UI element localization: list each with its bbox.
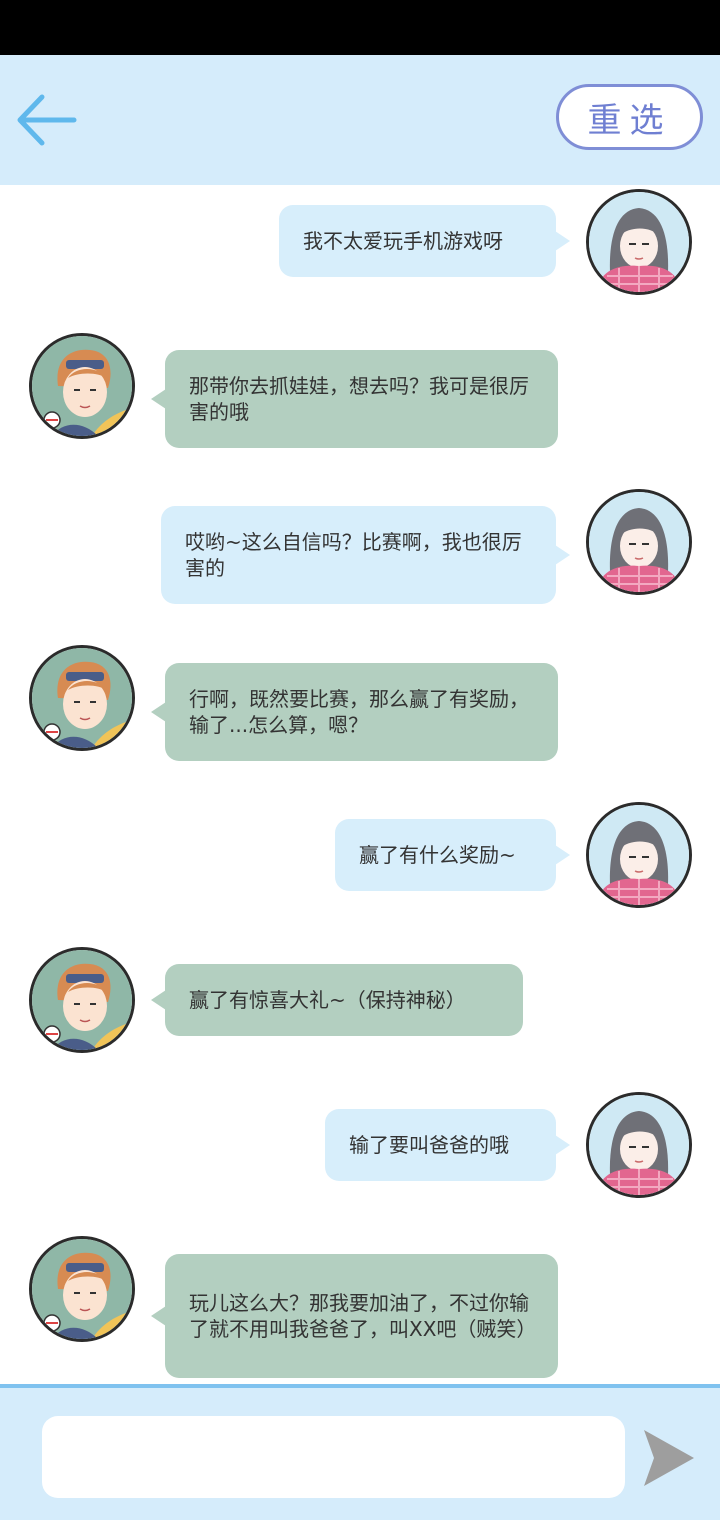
reselect-button[interactable]: 重选 [556, 84, 703, 150]
message-bubble-his: 赢了有惊喜大礼~（保持神秘） [151, 964, 523, 1036]
message-text: 那带你去抓娃娃，想去吗？我可是很厉害的哦 [189, 374, 529, 424]
send-button[interactable] [640, 1426, 696, 1490]
header: 重选 [0, 55, 720, 185]
avatar-him[interactable] [29, 645, 135, 751]
avatar-her[interactable] [586, 189, 692, 295]
status-bar [0, 0, 720, 55]
back-arrow-icon [17, 94, 77, 146]
avatar-him[interactable] [29, 333, 135, 439]
message-text: 赢了有惊喜大礼~（保持神秘） [189, 988, 466, 1012]
message-text: 赢了有什么奖励~ [359, 843, 516, 867]
message-text: 行啊，既然要比赛，那么赢了有奖励，输了...怎么算，嗯？ [189, 687, 529, 737]
avatar-her[interactable] [586, 1092, 692, 1198]
message-bubble-his: 那带你去抓娃娃，想去吗？我可是很厉害的哦 [151, 350, 558, 448]
message-bubble-mine: 我不太爱玩手机游戏呀 [279, 205, 570, 277]
message-bubble-mine: 赢了有什么奖励~ [335, 819, 570, 891]
back-button[interactable] [12, 85, 82, 155]
input-bar [0, 1384, 720, 1520]
message-input[interactable] [42, 1416, 625, 1498]
message-bubble-his: 玩儿这么大？那我要加油了，不过你输了就不用叫我爸爸了，叫XX吧（贼笑） [151, 1254, 558, 1378]
message-text: 输了要叫爸爸的哦 [349, 1133, 509, 1157]
avatar-him[interactable] [29, 1236, 135, 1342]
avatar-her[interactable] [586, 802, 692, 908]
message-bubble-mine: 哎哟~这么自信吗？比赛啊，我也很厉害的 [161, 506, 570, 604]
message-text: 哎哟~这么自信吗？比赛啊，我也很厉害的 [185, 530, 522, 580]
avatar-him[interactable] [29, 947, 135, 1053]
message-text: 玩儿这么大？那我要加油了，不过你输了就不用叫我爸爸了，叫XX吧（贼笑） [189, 1291, 537, 1341]
message-text: 我不太爱玩手机游戏呀 [303, 229, 503, 253]
chat-area: 我不太爱玩手机游戏呀 那带你去抓娃娃，想去吗？我可是很厉害的哦 哎哟~这么自信吗… [0, 185, 720, 1384]
message-bubble-his: 行啊，既然要比赛，那么赢了有奖励，输了...怎么算，嗯？ [151, 663, 558, 761]
send-icon [644, 1430, 694, 1486]
message-bubble-mine: 输了要叫爸爸的哦 [325, 1109, 570, 1181]
avatar-her[interactable] [586, 489, 692, 595]
